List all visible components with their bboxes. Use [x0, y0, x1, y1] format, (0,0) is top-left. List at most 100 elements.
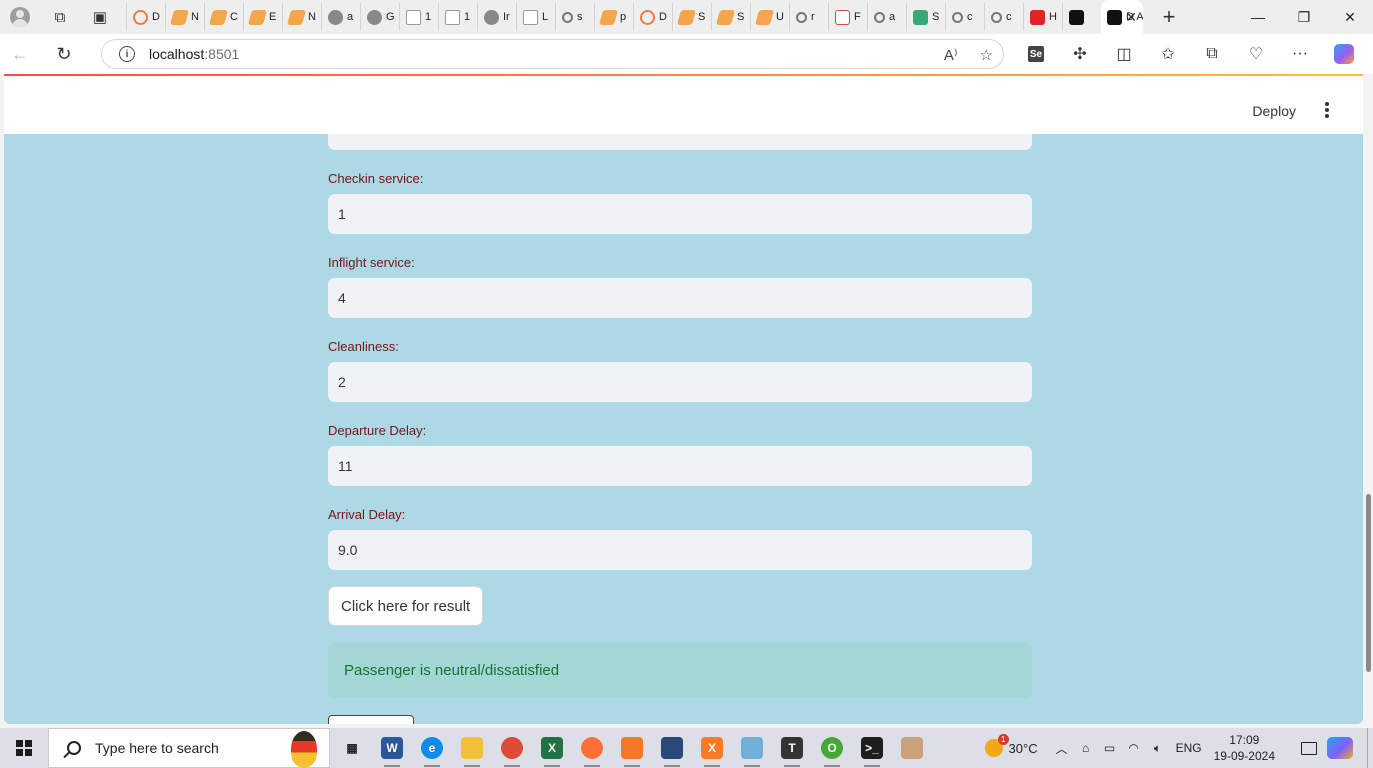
browser-tab[interactable]: G [360, 3, 399, 31]
taskbar-app[interactable]: X [532, 728, 572, 768]
orange-icon [676, 9, 697, 25]
browser-tab[interactable]: N [165, 3, 204, 31]
w-icon [913, 9, 928, 25]
orange-icon [286, 9, 307, 25]
meet-now-icon[interactable]: ⌂ [1074, 728, 1098, 768]
taskbar-app[interactable] [612, 728, 652, 768]
weather-widget[interactable]: 30°C [984, 734, 1038, 757]
main-menu-icon[interactable] [1325, 102, 1329, 118]
taskbar-app[interactable] [892, 728, 932, 768]
checkin-service-input[interactable]: 1 [328, 194, 1032, 234]
browser-tab[interactable]: c [945, 3, 984, 31]
browser-tab[interactable]: U [750, 3, 789, 31]
browser-tab[interactable]: L [516, 3, 555, 31]
taskbar-app[interactable]: X [692, 728, 732, 768]
browser-tab[interactable]: r [789, 3, 828, 31]
read-aloud-icon[interactable]: A⁾ [944, 46, 958, 64]
battery-icon[interactable]: ▭ [1098, 728, 1122, 768]
browser-tab[interactable]: S [711, 3, 750, 31]
copilot-icon[interactable] [1322, 34, 1366, 74]
browser-tab[interactable]: a [867, 3, 906, 31]
result-button[interactable]: Click here for result [328, 586, 484, 626]
taskbar-search[interactable]: Type here to search [48, 728, 330, 768]
tab-title: 1 [425, 11, 432, 23]
tab-title: p [620, 11, 627, 23]
refresh-icon[interactable]: ↻ [44, 34, 84, 74]
split-screen-icon[interactable]: ◫ [1102, 34, 1146, 74]
close-tab-icon[interactable]: ✕ [1125, 9, 1137, 26]
browser-tab[interactable]: F [828, 3, 867, 31]
tab-list: D N C E Na G 1 1 Ir Ls p D S S Ur Fa Sc c H [126, 0, 1101, 34]
new-tab-button[interactable]: + [1149, 0, 1189, 34]
taskbar-app[interactable]: e [412, 728, 452, 768]
address-bar[interactable]: i localhost:8501 A⁾ ☆ [101, 39, 1004, 69]
start-button[interactable] [0, 728, 48, 768]
collections-icon[interactable]: ⧉ [1190, 34, 1234, 74]
ring-icon [640, 9, 655, 25]
profile-avatar-icon[interactable] [0, 0, 40, 34]
taskbar-app[interactable]: T [772, 728, 812, 768]
inflight-service-input[interactable]: 4 [328, 278, 1032, 318]
taskbar-app[interactable]: O [812, 728, 852, 768]
taskbar-app[interactable] [572, 728, 612, 768]
taskbar-app[interactable] [452, 728, 492, 768]
scrollbar-thumb[interactable] [1366, 494, 1371, 672]
browser-tab[interactable]: p [594, 3, 633, 31]
anaconda-icon: O [821, 737, 843, 759]
favorite-star-icon[interactable]: ☆ [980, 46, 993, 64]
volume-icon[interactable]: 🔈︎ [1146, 728, 1170, 768]
browser-tab[interactable]: c [984, 3, 1023, 31]
tab-title: c [967, 11, 973, 23]
extensions-puzzle-icon[interactable]: ✣ [1058, 34, 1102, 74]
selenium-extension-icon[interactable]: Se [1014, 34, 1058, 74]
vertical-tabs-icon[interactable]: ▣ [80, 0, 120, 34]
restore-button[interactable]: ❐ [1281, 0, 1327, 34]
taskbar-app[interactable]: ▦ [332, 728, 372, 768]
browser-tab[interactable]: Ir [477, 3, 516, 31]
browser-tab[interactable]: 1 [438, 3, 477, 31]
settings-more-icon[interactable]: ··· [1278, 34, 1322, 74]
show-desktop-button[interactable] [1367, 728, 1373, 768]
browser-tab[interactable]: D [633, 3, 672, 31]
taskbar-app[interactable] [732, 728, 772, 768]
close-window-button[interactable]: ✕ [1327, 0, 1373, 34]
favorites-icon[interactable]: ✩ [1146, 34, 1190, 74]
browser-tab[interactable]: s [555, 3, 594, 31]
browser-tab[interactable]: C [204, 3, 243, 31]
wifi-icon[interactable]: ◠ [1122, 728, 1146, 768]
github-icon [328, 9, 343, 25]
browser-tab[interactable]: H [1023, 3, 1062, 31]
taskbar-app[interactable]: >_ [852, 728, 892, 768]
browser-tab[interactable]: D [126, 3, 165, 31]
arrival-delay-input[interactable]: 9.0 [328, 530, 1032, 570]
browser-tab[interactable] [1062, 3, 1101, 31]
minimize-button[interactable]: — [1235, 0, 1281, 34]
browser-essentials-icon[interactable]: ♡ [1234, 34, 1278, 74]
workspaces-icon[interactable]: ⧉ [40, 0, 80, 34]
departure-delay-input[interactable]: 11 [328, 446, 1032, 486]
notifications-icon[interactable] [1291, 728, 1327, 768]
site-info-icon[interactable]: i [119, 46, 135, 62]
browser-tab[interactable]: 1 [399, 3, 438, 31]
back-arrow-icon[interactable]: ← [0, 34, 40, 74]
browser-tab[interactable]: N [282, 3, 321, 31]
page-scrollbar[interactable] [1363, 74, 1373, 724]
clock[interactable]: 17:09 19-09-2024 [1214, 732, 1275, 764]
taskbar-app[interactable] [652, 728, 692, 768]
search-icon [67, 741, 81, 755]
browser-tab[interactable]: S [672, 3, 711, 31]
taskbar-app[interactable]: W [372, 728, 412, 768]
copilot-taskbar-icon[interactable] [1327, 737, 1353, 759]
url-text[interactable]: localhost:8501 [149, 46, 239, 62]
deploy-button[interactable]: Deploy [1252, 103, 1296, 119]
cleanliness-input[interactable]: 2 [328, 362, 1032, 402]
browser-tab[interactable]: a [321, 3, 360, 31]
tab-active[interactable]: D A ✕ [1101, 0, 1143, 34]
taskbar-app[interactable] [492, 728, 532, 768]
input-language[interactable]: ENG [1176, 741, 1202, 755]
show-hidden-icons-chevron-icon[interactable]: ︿ [1050, 728, 1074, 768]
next-button-partial[interactable] [328, 715, 414, 724]
browser-tab[interactable]: E [243, 3, 282, 31]
orange-icon [598, 9, 619, 25]
browser-tab[interactable]: S [906, 3, 945, 31]
